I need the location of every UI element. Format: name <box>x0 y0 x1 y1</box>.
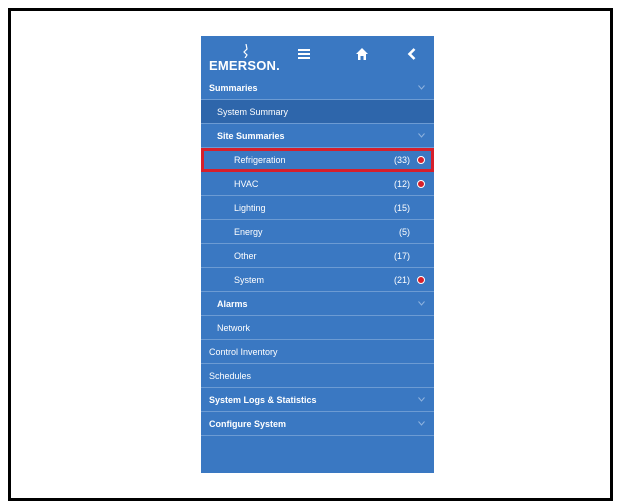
nav-item-lighting[interactable]: Lighting (15) <box>201 196 434 220</box>
nav-item-system[interactable]: System (21) <box>201 268 434 292</box>
chevron-down-icon <box>418 301 425 306</box>
nav-site-summaries[interactable]: Site Summaries <box>201 124 434 148</box>
chevron-down-icon <box>418 397 425 402</box>
nav-configure-system[interactable]: Configure System <box>201 412 434 436</box>
hamburger-icon <box>298 49 310 59</box>
nav-item-label: Lighting <box>234 203 266 213</box>
nav-configure-system-label: Configure System <box>209 419 287 429</box>
chevron-down-icon <box>418 421 425 426</box>
nav-schedules[interactable]: Schedules <box>201 364 434 388</box>
home-icon <box>356 48 368 60</box>
chevron-left-icon <box>407 48 416 60</box>
nav-schedules-label: Schedules <box>209 371 252 381</box>
nav-item-count: (5) <box>399 227 410 237</box>
nav-item-count: (15) <box>394 203 411 213</box>
emerson-logo: EMERSON. <box>209 44 289 73</box>
nav-item-count: (21) <box>394 275 411 285</box>
back-button[interactable] <box>404 46 422 64</box>
alert-badge-icon <box>417 156 425 164</box>
nav-network-label: Network <box>217 323 251 333</box>
nav-item-count: (33) <box>394 155 411 165</box>
navigation-panel: EMERSON. Summaries System Summary Site S… <box>201 36 434 473</box>
nav-control-inventory-label: Control Inventory <box>209 347 278 357</box>
nav-system-logs[interactable]: System Logs & Statistics <box>201 388 434 412</box>
nav-item-label: HVAC <box>234 179 259 189</box>
nav-network[interactable]: Network <box>201 316 434 340</box>
nav-item-label: Refrigeration <box>234 155 286 165</box>
nav-system-logs-label: System Logs & Statistics <box>209 395 317 405</box>
logo-text: EMERSON. <box>209 58 280 73</box>
nav-site-summaries-label: Site Summaries <box>217 131 285 141</box>
alert-badge-icon <box>417 276 425 284</box>
header-bar: EMERSON. <box>201 36 434 76</box>
nav-item-count: (17) <box>394 251 411 261</box>
nav-system-summary-label: System Summary <box>217 107 289 117</box>
nav-summaries[interactable]: Summaries <box>201 76 434 100</box>
nav-item-other[interactable]: Other (17) <box>201 244 434 268</box>
chevron-down-icon <box>418 133 425 138</box>
nav-item-refrigeration[interactable]: Refrigeration (33) <box>201 148 434 172</box>
logo-mark-icon <box>243 44 248 58</box>
nav-item-hvac[interactable]: HVAC (12) <box>201 172 434 196</box>
nav-item-label: System <box>234 275 265 285</box>
nav-alarms-label: Alarms <box>217 299 248 309</box>
nav-control-inventory[interactable]: Control Inventory <box>201 340 434 364</box>
nav-system-summary[interactable]: System Summary <box>201 100 434 124</box>
alert-badge-icon <box>417 180 425 188</box>
nav-summaries-label: Summaries <box>209 83 258 93</box>
nav-item-label: Other <box>234 251 257 261</box>
menu-button[interactable] <box>296 46 314 64</box>
nav-item-energy[interactable]: Energy (5) <box>201 220 434 244</box>
chevron-down-icon <box>418 85 425 90</box>
home-button[interactable] <box>354 46 372 64</box>
nav-item-count: (12) <box>394 179 411 189</box>
nav-alarms[interactable]: Alarms <box>201 292 434 316</box>
nav-item-label: Energy <box>234 227 263 237</box>
